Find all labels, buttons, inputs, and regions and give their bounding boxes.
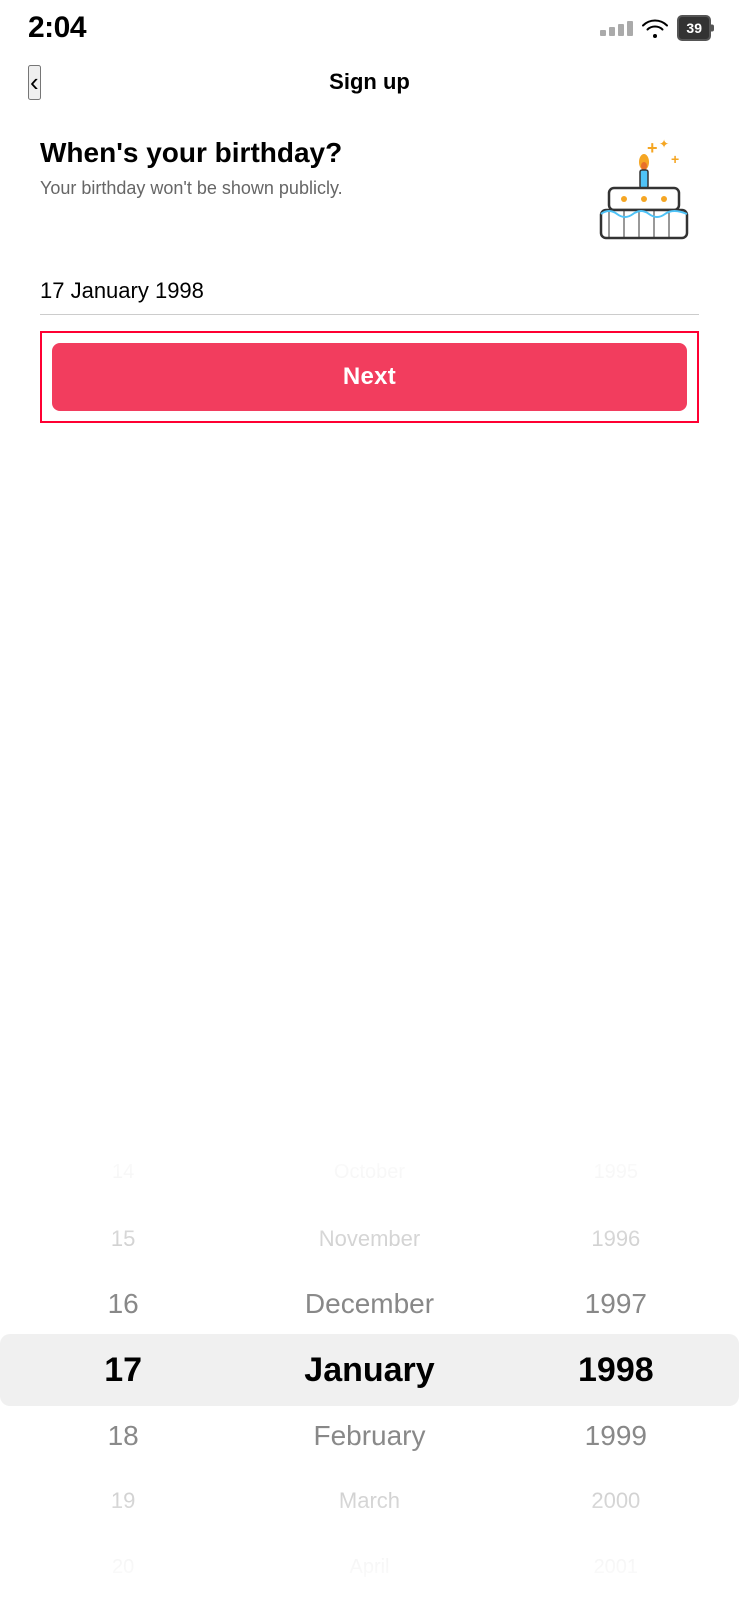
picker-item[interactable]: 1995	[493, 1140, 739, 1206]
picker-item[interactable]: March	[246, 1469, 492, 1535]
status-icons: 39	[600, 15, 711, 41]
picker-item[interactable]: April	[246, 1534, 492, 1600]
picker-item[interactable]: February	[246, 1403, 492, 1469]
date-picker-area[interactable]: 14151617181920 OctoberNovemberDecemberJa…	[0, 1140, 739, 1600]
main-content: When's your birthday? Your birthday won'…	[0, 112, 739, 423]
picker-item[interactable]: 2001	[493, 1534, 739, 1600]
back-button[interactable]: ‹	[28, 65, 41, 100]
picker-item[interactable]: 2000	[493, 1469, 739, 1535]
status-bar: 2:04 39	[0, 0, 739, 52]
status-time: 2:04	[28, 11, 86, 45]
birthday-cake-icon: + + ✦	[589, 136, 699, 246]
picker-item[interactable]: November	[246, 1206, 492, 1272]
picker-column-day[interactable]: 14151617181920	[0, 1140, 246, 1600]
picker-item[interactable]: 1998	[493, 1337, 739, 1403]
picker-column-month[interactable]: OctoberNovemberDecemberJanuaryFebruaryMa…	[246, 1140, 492, 1600]
page-title: Sign up	[329, 69, 410, 95]
picker-columns: 14151617181920 OctoberNovemberDecemberJa…	[0, 1140, 739, 1600]
picker-item[interactable]: 14	[0, 1140, 246, 1206]
header: ‹ Sign up	[0, 52, 739, 112]
picker-item[interactable]: 1997	[493, 1271, 739, 1337]
svg-text:✦: ✦	[659, 137, 669, 151]
birthday-section: When's your birthday? Your birthday won'…	[40, 136, 699, 246]
battery-indicator: 39	[677, 15, 711, 41]
signal-icon	[600, 21, 633, 36]
picker-item[interactable]: December	[246, 1271, 492, 1337]
next-button-wrapper: Next	[40, 331, 699, 423]
picker-item[interactable]: 16	[0, 1271, 246, 1337]
wifi-icon	[641, 18, 669, 38]
birthday-heading: When's your birthday?	[40, 136, 343, 170]
birthday-text: When's your birthday? Your birthday won'…	[40, 136, 343, 199]
date-display: 17 January 1998	[40, 278, 699, 315]
picker-item[interactable]: 1999	[493, 1403, 739, 1469]
next-button[interactable]: Next	[52, 343, 687, 411]
birthday-subtext: Your birthday won't be shown publicly.	[40, 178, 343, 199]
svg-text:+: +	[647, 138, 658, 158]
picker-item[interactable]: October	[246, 1140, 492, 1206]
picker-item[interactable]: 17	[0, 1337, 246, 1403]
picker-item[interactable]: 1996	[493, 1206, 739, 1272]
picker-item[interactable]: January	[246, 1337, 492, 1403]
picker-item[interactable]: 18	[0, 1403, 246, 1469]
picker-item[interactable]: 19	[0, 1469, 246, 1535]
picker-item[interactable]: 15	[0, 1206, 246, 1272]
picker-column-year[interactable]: 1995199619971998199920002001	[493, 1140, 739, 1600]
date-value: 17 January 1998	[40, 278, 699, 315]
svg-text:+: +	[671, 151, 679, 167]
picker-item[interactable]: 20	[0, 1534, 246, 1600]
